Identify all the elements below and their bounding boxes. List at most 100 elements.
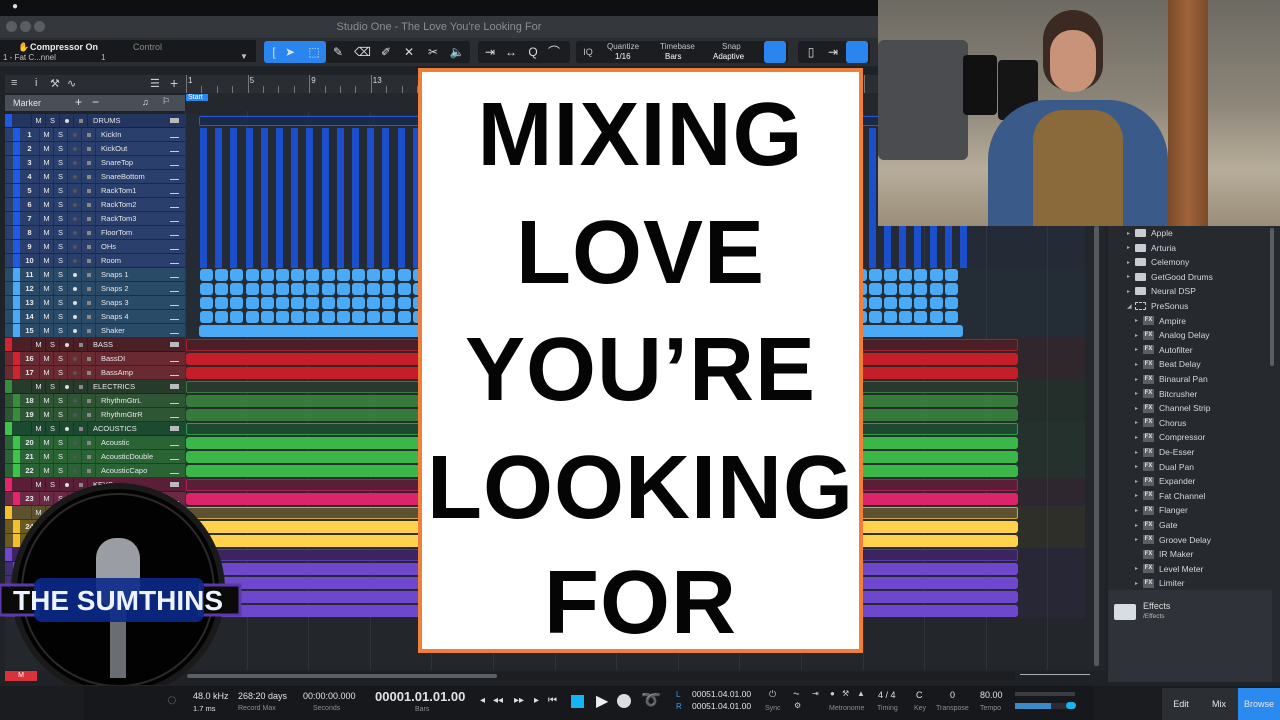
- track-name[interactable]: OHs: [96, 242, 170, 251]
- mute-button[interactable]: M: [40, 268, 54, 281]
- drum-hit[interactable]: [260, 128, 268, 142]
- browser-item[interactable]: ▸ FX De-Esser: [1135, 445, 1194, 459]
- drum-hit[interactable]: [352, 212, 359, 226]
- drum-hit[interactable]: [397, 198, 405, 212]
- drum-hit[interactable]: [200, 226, 207, 240]
- drum-hit[interactable]: [321, 156, 329, 170]
- drum-hit[interactable]: [276, 212, 283, 226]
- folder-track-header[interactable]: M S ELECTRICS: [5, 380, 185, 394]
- drum-hit[interactable]: [230, 184, 238, 198]
- snap-event[interactable]: [352, 297, 365, 309]
- drum-hit[interactable]: [336, 156, 344, 170]
- expand-arrow-icon[interactable]: ▸: [1135, 361, 1143, 368]
- snap-event[interactable]: [276, 283, 289, 295]
- drum-hit[interactable]: [245, 142, 253, 156]
- snap-event[interactable]: [944, 283, 958, 295]
- browser-item[interactable]: ▸ FX Beat Delay: [1135, 357, 1201, 371]
- snap-event[interactable]: [200, 311, 213, 323]
- key-value[interactable]: C: [916, 690, 923, 700]
- record-button[interactable]: [617, 694, 631, 708]
- track-name[interactable]: DRUMS: [88, 116, 170, 125]
- snap-event[interactable]: [291, 283, 305, 295]
- track-name[interactable]: Snaps 3: [96, 298, 170, 307]
- browser-item[interactable]: ▸ Apple: [1127, 226, 1173, 240]
- browser-item[interactable]: ▸ FX Channel Strip: [1135, 401, 1211, 415]
- track-name[interactable]: AcousticDouble: [96, 452, 170, 461]
- expand-arrow-icon[interactable]: ▸: [1135, 507, 1143, 514]
- expand-arrow-icon[interactable]: ▸: [1135, 434, 1143, 441]
- drum-hit[interactable]: [260, 240, 268, 254]
- solo-button[interactable]: S: [54, 128, 68, 141]
- snap-event[interactable]: [367, 269, 381, 281]
- mute-button[interactable]: M: [40, 282, 54, 295]
- drum-hit[interactable]: [868, 226, 876, 240]
- drum-hit[interactable]: [306, 128, 314, 142]
- drum-hit[interactable]: [382, 184, 390, 198]
- expand-arrow-icon[interactable]: ▸: [1135, 449, 1143, 456]
- wrench-icon[interactable]: ⚒: [50, 77, 60, 90]
- drum-hit[interactable]: [397, 170, 405, 184]
- drum-hit[interactable]: [397, 142, 405, 156]
- track-header[interactable]: 12 M S Snaps 2: [5, 282, 185, 296]
- drum-hit[interactable]: [245, 156, 253, 170]
- expand-arrow-icon[interactable]: ▸: [1135, 317, 1143, 324]
- drum-hit[interactable]: [260, 156, 268, 170]
- minimize-window-button[interactable]: [20, 21, 31, 32]
- monitor-button[interactable]: [82, 156, 96, 169]
- snap-event[interactable]: [260, 311, 274, 323]
- drum-hit[interactable]: [352, 254, 359, 268]
- drum-hit[interactable]: [960, 240, 967, 254]
- expand-arrow-icon[interactable]: ▸: [1135, 478, 1143, 485]
- mute-button[interactable]: M: [32, 338, 46, 351]
- track-name[interactable]: SnareBottom: [96, 172, 170, 181]
- rewind-start-icon[interactable]: ◂: [480, 695, 485, 706]
- snap-event[interactable]: [336, 283, 350, 295]
- mute-button[interactable]: M: [40, 254, 54, 267]
- monitor-button[interactable]: [82, 352, 96, 365]
- browser-scrollbar[interactable]: [1270, 228, 1274, 366]
- drum-hit[interactable]: [291, 184, 299, 198]
- drum-hit[interactable]: [336, 170, 344, 184]
- drum-hit[interactable]: [321, 170, 329, 184]
- solo-button[interactable]: S: [46, 114, 60, 127]
- preroll-icon[interactable]: ⇥: [812, 689, 819, 698]
- iq-button[interactable]: IQ: [580, 44, 596, 60]
- drum-hit[interactable]: [352, 226, 359, 240]
- snap-event[interactable]: [260, 269, 274, 281]
- apple-icon[interactable]: ●: [12, 1, 18, 12]
- track-name[interactable]: RhythmGtrR: [96, 410, 170, 419]
- solo-button[interactable]: S: [54, 212, 68, 225]
- monitor-button[interactable]: [82, 212, 96, 225]
- mute-button[interactable]: M: [40, 142, 54, 155]
- drum-hit[interactable]: [367, 198, 375, 212]
- follow-button[interactable]: [846, 41, 868, 63]
- snap-event[interactable]: [382, 297, 396, 309]
- drum-hit[interactable]: [260, 226, 268, 240]
- drum-hit[interactable]: [291, 170, 299, 184]
- snap-event[interactable]: [944, 297, 958, 309]
- snap-event[interactable]: [336, 269, 350, 281]
- loop-start[interactable]: 00051.04.01.00: [692, 689, 751, 699]
- drum-hit[interactable]: [306, 184, 314, 198]
- snap-event[interactable]: [899, 297, 913, 309]
- snap-event[interactable]: [230, 297, 244, 309]
- snap-event[interactable]: [245, 297, 259, 309]
- snap-event[interactable]: [306, 297, 320, 309]
- snap-event[interactable]: [291, 297, 305, 309]
- stop-button[interactable]: [571, 695, 584, 708]
- zoom-window-button[interactable]: [34, 21, 45, 32]
- record-arm-button[interactable]: [68, 352, 82, 365]
- solo-button[interactable]: S: [54, 408, 68, 421]
- snap-event[interactable]: [306, 283, 320, 295]
- drum-hit[interactable]: [276, 198, 283, 212]
- loop-end[interactable]: 00051.04.01.00: [692, 701, 751, 711]
- record-arm-button[interactable]: [68, 240, 82, 253]
- snap-event[interactable]: [382, 311, 396, 323]
- solo-button[interactable]: S: [54, 170, 68, 183]
- snap-event[interactable]: [200, 283, 213, 295]
- drum-hit[interactable]: [276, 142, 283, 156]
- drum-hit[interactable]: [276, 156, 283, 170]
- flag-icon[interactable]: ⚐: [162, 96, 170, 107]
- monitor-button[interactable]: [82, 240, 96, 253]
- track-name[interactable]: BASS: [88, 340, 170, 349]
